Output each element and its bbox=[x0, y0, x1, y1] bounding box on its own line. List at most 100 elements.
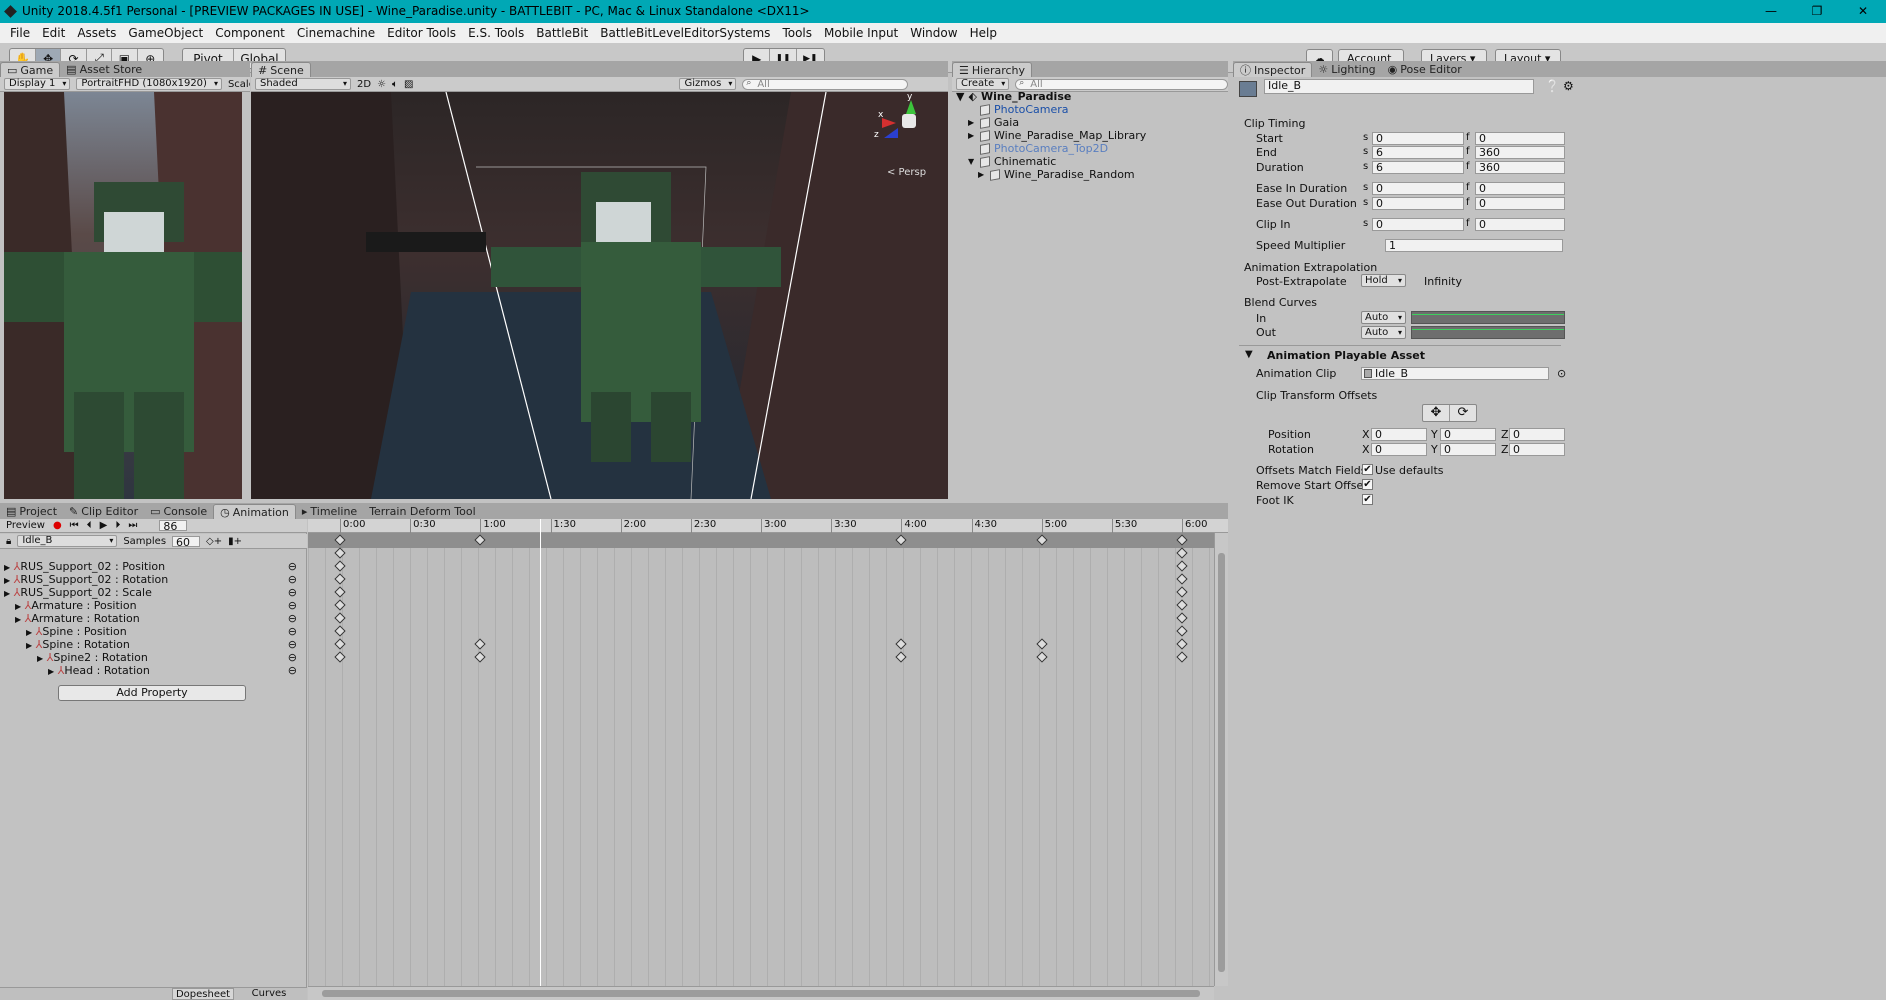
keyframe[interactable] bbox=[334, 573, 346, 585]
expand-arrow-icon[interactable]: ▶ bbox=[4, 563, 10, 572]
seconds-field[interactable]: 0 bbox=[1372, 132, 1464, 145]
curves-tab[interactable]: Curves bbox=[238, 988, 300, 1000]
blend-out-curve[interactable] bbox=[1411, 326, 1565, 339]
animated-property-row[interactable]: ▶ ⅄Spine : Rotation ⊖ bbox=[0, 638, 307, 651]
tab-clip-editor[interactable]: ✎ Clip Editor bbox=[63, 504, 144, 519]
resolution-dropdown[interactable]: PortraitFHD (1080x1920) bbox=[76, 78, 222, 90]
menu-help[interactable]: Help bbox=[964, 26, 1003, 40]
last-key-icon[interactable]: ⏭ bbox=[128, 520, 137, 531]
hierarchy-item[interactable]: ▶ Wine_Paradise_Random bbox=[978, 167, 1135, 182]
property-options-icon[interactable]: ⊖ bbox=[288, 625, 297, 638]
rotation-x-field[interactable]: 0 bbox=[1371, 443, 1427, 456]
tab-pose-editor[interactable]: ◉ Pose Editor bbox=[1382, 62, 1468, 77]
settings-gear-icon[interactable]: ⚙ bbox=[1563, 79, 1574, 93]
animated-property-row[interactable]: ▶ ⅄Spine : Position ⊖ bbox=[0, 625, 307, 638]
animation-clip-field[interactable]: Idle_B bbox=[1361, 367, 1549, 380]
play-animation-icon[interactable]: ▶ bbox=[100, 520, 108, 531]
menu-assets[interactable]: Assets bbox=[71, 26, 122, 40]
use-defaults-checkbox[interactable]: ✔ bbox=[1362, 464, 1373, 475]
keyframe[interactable] bbox=[895, 638, 907, 650]
effects-toggle-icon[interactable]: ▨ bbox=[404, 79, 413, 90]
keyframe[interactable] bbox=[1176, 651, 1188, 663]
expand-arrow-icon[interactable]: ▶ bbox=[37, 654, 43, 663]
expand-arrow-icon[interactable]: ▶ bbox=[26, 641, 32, 650]
dopesheet-tab[interactable]: Dopesheet bbox=[172, 988, 234, 1000]
post-extrapolate-dropdown[interactable]: Hold bbox=[1361, 274, 1406, 287]
keyframe[interactable] bbox=[334, 651, 346, 663]
audio-toggle-icon[interactable]: 🔈︎ bbox=[392, 79, 398, 90]
collapse-arrow-icon[interactable]: ▼ bbox=[1245, 349, 1253, 360]
keyframe[interactable] bbox=[474, 651, 486, 663]
property-options-icon[interactable]: ⊖ bbox=[288, 664, 297, 677]
keyframe[interactable] bbox=[1176, 560, 1188, 572]
dopesheet-timeline[interactable]: 0:00 0:30 1:00 1:30 2:00 2:30 3:00 3:30 4:00 4:30… bbox=[308, 519, 1228, 1000]
playable-asset-header[interactable]: Animation Playable Asset bbox=[1267, 349, 1425, 362]
menu-battlebit[interactable]: BattleBit bbox=[530, 26, 594, 40]
menu-battlebitleveleditorsystems[interactable]: BattleBitLevelEditorSystems bbox=[594, 26, 776, 40]
animated-property-row[interactable]: ▶ ⅄Spine2 : Rotation ⊖ bbox=[0, 651, 307, 664]
object-name-field[interactable]: Idle_B bbox=[1264, 79, 1534, 94]
add-property-button[interactable]: Add Property bbox=[58, 685, 246, 701]
seconds-field[interactable]: 6 bbox=[1372, 161, 1464, 174]
animated-property-row[interactable]: ▶ ⅄RUS_Support_02 : Rotation ⊖ bbox=[0, 573, 307, 586]
preview-toggle[interactable]: Preview bbox=[6, 520, 45, 531]
keyframe[interactable] bbox=[474, 638, 486, 650]
keyframe[interactable] bbox=[1176, 625, 1188, 637]
foot-ik-checkbox[interactable]: ✔ bbox=[1362, 494, 1373, 505]
add-keyframe-icon[interactable]: ◇+ bbox=[206, 536, 222, 547]
samples-field[interactable]: 60 bbox=[172, 535, 201, 547]
speed-multiplier-field[interactable]: 1 bbox=[1385, 239, 1563, 252]
property-options-icon[interactable]: ⊖ bbox=[288, 612, 297, 625]
expand-arrow-icon[interactable]: ▶ bbox=[26, 628, 32, 637]
seconds-field[interactable]: 0 bbox=[1372, 182, 1464, 195]
help-icon[interactable]: ❔ bbox=[1545, 79, 1560, 93]
prev-key-icon[interactable]: ⏴ bbox=[87, 520, 92, 531]
keyframe[interactable] bbox=[334, 547, 346, 559]
menu-e-s-tools[interactable]: E.S. Tools bbox=[462, 26, 530, 40]
expand-arrow-icon[interactable]: ▼ bbox=[968, 154, 976, 169]
keyframe[interactable] bbox=[334, 625, 346, 637]
tab-project[interactable]: ▤ Project bbox=[0, 504, 63, 519]
blend-in-curve[interactable] bbox=[1411, 311, 1565, 324]
hierarchy-search-input[interactable]: All bbox=[1015, 78, 1228, 90]
z-axis-cone-icon[interactable] bbox=[884, 128, 898, 138]
y-axis-cone-icon[interactable] bbox=[906, 100, 916, 114]
add-event-icon[interactable]: ▮+ bbox=[228, 536, 242, 547]
tab-terrain-deform-tool[interactable]: Terrain Deform Tool bbox=[363, 504, 481, 519]
expand-arrow-icon[interactable]: ▶ bbox=[4, 576, 10, 585]
property-options-icon[interactable]: ⊖ bbox=[288, 560, 297, 573]
expand-arrow-icon[interactable]: ▶ bbox=[978, 167, 986, 182]
close-button[interactable]: ✕ bbox=[1840, 0, 1886, 23]
rotation-z-field[interactable]: 0 bbox=[1509, 443, 1565, 456]
frames-field[interactable]: 0 bbox=[1475, 182, 1565, 195]
rotation-y-field[interactable]: 0 bbox=[1440, 443, 1496, 456]
position-y-field[interactable]: 0 bbox=[1440, 428, 1496, 441]
shading-mode-dropdown[interactable]: Shaded bbox=[255, 78, 351, 90]
animated-property-row[interactable]: ▶ ⅄Armature : Position ⊖ bbox=[0, 599, 307, 612]
keyframe[interactable] bbox=[334, 638, 346, 650]
menu-component[interactable]: Component bbox=[209, 26, 291, 40]
lighting-toggle-icon[interactable]: ☼ bbox=[377, 79, 386, 90]
expand-arrow-icon[interactable]: ▶ bbox=[15, 602, 21, 611]
keyframe[interactable] bbox=[334, 586, 346, 598]
animated-property-row[interactable]: ▶ ⅄RUS_Support_02 : Scale ⊖ bbox=[0, 586, 307, 599]
display-dropdown[interactable]: Display 1 bbox=[4, 78, 71, 90]
keyframe[interactable] bbox=[1176, 573, 1188, 585]
menu-gameobject[interactable]: GameObject bbox=[122, 26, 209, 40]
keyframe[interactable] bbox=[334, 560, 346, 572]
next-key-icon[interactable]: ⏵ bbox=[115, 520, 120, 531]
keyframe[interactable] bbox=[1176, 612, 1188, 624]
projection-label[interactable]: < Persp bbox=[887, 167, 926, 178]
maximize-button[interactable]: ❐ bbox=[1794, 0, 1840, 23]
keyframe[interactable] bbox=[1176, 586, 1188, 598]
animated-property-row[interactable]: ▶ ⅄Head : Rotation ⊖ bbox=[0, 664, 307, 677]
first-key-icon[interactable]: ⏮ bbox=[70, 520, 79, 531]
tab-scene[interactable]: # Scene bbox=[251, 62, 311, 77]
game-viewport[interactable] bbox=[4, 92, 242, 499]
menu-cinemachine[interactable]: Cinemachine bbox=[291, 26, 381, 40]
tab-animation[interactable]: ◷ Animation bbox=[213, 504, 296, 519]
tab-console[interactable]: ▭ Console bbox=[144, 504, 213, 519]
tab-timeline[interactable]: ▸ Timeline bbox=[296, 504, 363, 519]
seconds-field[interactable]: 0 bbox=[1372, 197, 1464, 210]
keyframe[interactable] bbox=[1035, 638, 1048, 650]
